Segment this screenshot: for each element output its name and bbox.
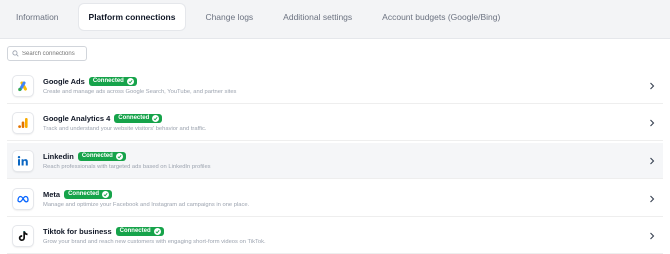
connections-panel: Google Ads Connected Create and manage a…	[0, 38, 670, 254]
connection-row-meta[interactable]: Meta Connected Manage and optimize your …	[7, 181, 663, 217]
chevron-right-icon	[650, 195, 655, 203]
connection-row-google-ads[interactable]: Google Ads Connected Create and manage a…	[7, 68, 663, 104]
connection-name: Google Ads	[43, 76, 85, 86]
chevron-right-icon	[650, 157, 655, 165]
check-icon	[126, 77, 134, 85]
connection-row-google-analytics[interactable]: Google Analytics 4 Connected Track and u…	[7, 105, 663, 141]
status-badge: Connected	[64, 189, 113, 199]
status-badge: Connected	[114, 113, 163, 123]
status-badge: Connected	[88, 76, 137, 86]
connection-row-linkedin[interactable]: Linkedin Connected Reach professionals w…	[7, 143, 663, 179]
tab-account-budgets[interactable]: Account budgets (Google/Bing)	[372, 4, 510, 30]
connection-description: Manage and optimize your Facebook and In…	[43, 201, 250, 208]
connection-description: Create and manage ads across Google Sear…	[43, 88, 237, 95]
connection-name: Google Analytics 4	[43, 113, 111, 123]
google-ads-icon	[18, 80, 27, 91]
connection-name: Linkedin	[43, 151, 74, 161]
logo-container	[13, 225, 33, 246]
search-icon	[12, 50, 19, 57]
logo-container	[13, 75, 33, 96]
status-text: Connected	[81, 153, 113, 159]
logo-container	[13, 188, 33, 209]
status-badge: Connected	[77, 151, 126, 161]
check-icon	[152, 114, 160, 122]
status-badge: Connected	[115, 226, 164, 236]
search-box[interactable]	[7, 46, 88, 61]
check-icon	[102, 190, 110, 198]
connection-description: Grow your brand and reach new customers …	[43, 238, 266, 245]
logo-container	[13, 112, 33, 133]
chevron-right-icon	[650, 232, 655, 240]
check-icon	[115, 152, 123, 160]
tiktok-icon	[18, 230, 28, 241]
status-text: Connected	[118, 115, 150, 121]
status-text: Connected	[92, 78, 124, 84]
tab-platform-connections[interactable]: Platform connections	[78, 4, 186, 30]
connection-description: Reach professionals with targeted ads ba…	[43, 163, 211, 170]
linkedin-icon	[17, 155, 28, 165]
check-icon	[153, 227, 161, 235]
tab-information[interactable]: Information	[6, 4, 69, 30]
tab-additional-settings[interactable]: Additional settings	[273, 4, 362, 30]
status-text: Connected	[68, 191, 100, 197]
connection-name: Meta	[43, 189, 61, 199]
chevron-right-icon	[650, 82, 655, 90]
meta-icon	[17, 195, 29, 202]
chevron-right-icon	[650, 119, 655, 127]
logo-container	[13, 150, 33, 171]
search-input[interactable]	[22, 50, 88, 57]
tab-change-logs[interactable]: Change logs	[195, 4, 263, 30]
google-analytics-icon	[18, 117, 28, 128]
connection-name: Tiktok for business	[43, 226, 112, 236]
tab-bar: Information Platform connections Change …	[0, 0, 670, 34]
connection-row-tiktok[interactable]: Tiktok for business Connected Grow your …	[7, 218, 663, 254]
status-text: Connected	[119, 228, 151, 234]
connection-description: Track and understand your website visito…	[43, 125, 207, 132]
